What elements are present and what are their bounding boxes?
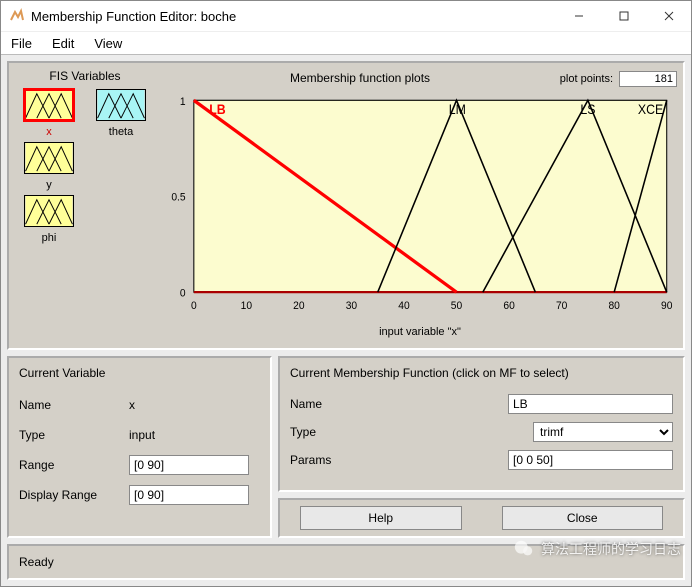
svg-text:1: 1 [180,95,186,108]
mf-label-lm: LM [449,101,466,117]
plot-panel: Membership function plots plot points: [163,69,677,342]
cv-type-label: Type [19,428,129,442]
close-button[interactable]: Close [502,506,664,530]
cv-drange-label: Display Range [19,488,129,502]
mf-label-ls: LS [580,101,595,117]
minimize-button[interactable] [556,1,601,31]
cv-name-label: Name [19,398,129,412]
mf-name-input[interactable] [508,394,673,414]
matlab-logo-icon [9,8,25,24]
mf-type-select[interactable]: trimf [533,422,673,442]
mf-type-label: Type [290,425,370,439]
fis-var-label: phi [24,232,74,244]
svg-text:20: 20 [293,300,304,313]
svg-text:90: 90 [661,300,672,313]
svg-text:70: 70 [556,300,567,313]
cv-range-input[interactable] [129,455,249,475]
maximize-icon [619,11,629,21]
menu-view[interactable]: View [90,34,126,53]
xaxis-label: input variable "x" [163,326,677,342]
mf-params-label: Params [290,453,370,467]
svg-text:40: 40 [398,300,409,313]
titlebar: Membership Function Editor: boche [1,1,691,32]
fis-var-x[interactable]: x [24,89,74,138]
plot-points-label: plot points: [560,73,613,85]
close-icon [664,11,674,21]
button-panel: Help Close [278,498,685,538]
svg-text:60: 60 [503,300,514,313]
status-text: Ready [19,555,54,569]
mf-name-label: Name [290,397,370,411]
fis-var-icon [24,89,74,121]
fis-var-y[interactable]: y [24,142,74,191]
fis-var-icon [96,89,146,121]
cv-name-value: x [129,398,135,412]
mf-plot[interactable]: LB LM LS XCE 0 0.5 1 0 10 20 30 [163,89,677,326]
current-variable-heading: Current Variable [19,366,260,380]
status-bar: Ready [7,544,685,580]
svg-text:0.5: 0.5 [171,191,185,204]
plot-points-input[interactable] [619,71,677,87]
fis-variables-panel: FIS Variables x theta [15,69,155,342]
fis-var-label: x [24,126,74,138]
fis-var-theta[interactable]: theta [96,89,146,138]
fis-var-icon [24,195,74,227]
close-window-button[interactable] [646,1,691,31]
cv-type-value: input [129,428,155,442]
svg-text:50: 50 [451,300,462,313]
window-title: Membership Function Editor: boche [31,9,556,24]
fis-var-icon [24,142,74,174]
menu-file[interactable]: File [7,34,36,53]
minimize-icon [574,11,584,21]
fis-var-label: y [24,179,74,191]
cv-range-label: Range [19,458,129,472]
plot-title: Membership function plots [163,71,557,85]
fis-variables-heading: FIS Variables [49,69,120,83]
current-variable-panel: Current Variable Name x Type input Range… [7,356,272,538]
fis-var-phi[interactable]: phi [24,195,74,244]
fis-var-label: theta [96,126,146,138]
mf-label-xce: XCE [638,101,664,117]
svg-text:10: 10 [241,300,252,313]
help-button[interactable]: Help [300,506,462,530]
menu-edit[interactable]: Edit [48,34,78,53]
mf-label-lb: LB [209,101,225,117]
svg-text:0: 0 [180,287,186,300]
maximize-button[interactable] [601,1,646,31]
mf-params-input[interactable] [508,450,673,470]
svg-text:30: 30 [346,300,357,313]
current-mf-panel: Current Membership Function (click on MF… [278,356,685,492]
current-mf-heading: Current Membership Function (click on MF… [290,366,673,380]
svg-text:80: 80 [608,300,619,313]
menubar: File Edit View [1,32,691,55]
svg-text:0: 0 [191,300,197,313]
cv-drange-input[interactable] [129,485,249,505]
